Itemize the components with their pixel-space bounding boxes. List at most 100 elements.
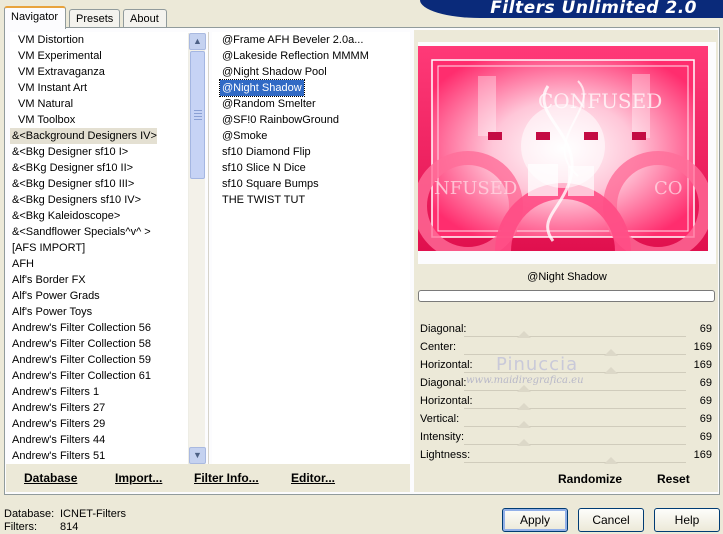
slider-knob[interactable]: [516, 331, 531, 338]
list-toolbar: Database Import... Filter Info... Editor…: [6, 464, 410, 492]
scroll-thumb[interactable]: [190, 51, 205, 179]
filters-label: Filters:: [4, 521, 37, 533]
filter-info-button[interactable]: Filter Info...: [194, 471, 259, 485]
parameter-row[interactable]: Vertical: 69: [418, 410, 716, 428]
filter-list[interactable]: @Frame AFH Beveler 2.0a... @Lakeside Refl…: [212, 32, 410, 464]
filter-item[interactable]: sf10 Square Bumps: [220, 176, 321, 192]
parameter-label: Diagonal:: [420, 323, 467, 335]
parameter-label: Vertical:: [420, 413, 460, 425]
filter-item[interactable]: @SF!0 RainbowGround: [220, 112, 341, 128]
category-item[interactable]: &<BKg Designer sf10 II>: [10, 160, 133, 176]
parameter-row[interactable]: Diagonal: 69: [418, 320, 716, 338]
database-button[interactable]: Database: [24, 471, 77, 485]
parameter-value: 69: [699, 413, 712, 425]
reset-button[interactable]: Reset: [657, 472, 690, 486]
progress-bar: [418, 290, 715, 302]
database-info: Database: ICNET-Filters Filters: 814: [4, 508, 126, 534]
parameter-row[interactable]: Lightness: 169: [418, 446, 716, 464]
preview-text-3: CO: [654, 178, 683, 199]
slider-track[interactable]: [464, 444, 686, 445]
parameter-sliders: Diagonal: 69 Center: 169 Horizontal: 169 Diago…: [418, 320, 716, 466]
apply-button[interactable]: Apply: [502, 508, 568, 532]
category-item[interactable]: &<Background Designers IV>: [10, 128, 157, 144]
category-item[interactable]: Andrew's Filter Collection 61: [10, 368, 151, 384]
database-label: Database:: [4, 508, 55, 520]
category-item[interactable]: &<Bkg Designer sf10 I>: [10, 144, 128, 160]
category-item[interactable]: Andrew's Filters 29: [10, 416, 105, 432]
app-banner: Filters Unlimited 2.0: [420, 0, 723, 18]
preview-graphic: CONFUSED NFUSED CO: [418, 46, 708, 251]
filter-item[interactable]: sf10 Slice N Dice: [220, 160, 308, 176]
parameter-label: Lightness:: [420, 449, 471, 461]
category-item[interactable]: VM Toolbox: [10, 112, 75, 128]
watermark-name: Pinuccia: [496, 354, 579, 375]
slider-knob[interactable]: [516, 439, 531, 446]
parameter-row[interactable]: Horizontal: 69: [418, 392, 716, 410]
category-item[interactable]: Andrew's Filters 44: [10, 432, 105, 448]
category-item[interactable]: Andrew's Filter Collection 59: [10, 352, 151, 368]
category-item[interactable]: AFH: [10, 256, 34, 272]
category-list[interactable]: VM Distortion VM Experimental VM Extravaga…: [10, 32, 204, 464]
category-item[interactable]: &<Bkg Kaleidoscope>: [10, 208, 120, 224]
scroll-down-button[interactable]: ▼: [189, 447, 206, 464]
category-item[interactable]: VM Instant Art: [10, 80, 87, 96]
filter-item[interactable]: @Random Smelter: [220, 96, 318, 112]
slider-track[interactable]: [464, 390, 686, 391]
editor-button[interactable]: Editor...: [291, 471, 335, 485]
preview-text-2: NFUSED: [434, 178, 517, 199]
category-item[interactable]: VM Natural: [10, 96, 73, 112]
slider-knob[interactable]: [516, 403, 531, 410]
slider-track[interactable]: [464, 462, 686, 463]
category-item[interactable]: [AFS IMPORT]: [10, 240, 85, 256]
slider-knob[interactable]: [516, 385, 531, 392]
category-scrollbar[interactable]: ▲ ▼: [188, 33, 206, 464]
filter-item[interactable]: @Night Shadow Pool: [220, 64, 329, 80]
category-item[interactable]: Andrew's Filters 1: [10, 384, 99, 400]
filter-item[interactable]: THE TWIST TUT: [220, 192, 307, 208]
filter-item[interactable]: @Lakeside Reflection MMMM: [220, 48, 371, 64]
filter-item[interactable]: @Frame AFH Beveler 2.0a...: [220, 32, 365, 48]
category-item[interactable]: VM Experimental: [10, 48, 102, 64]
slider-track[interactable]: [464, 336, 686, 337]
watermark-url: www.maidiregrafica.eu: [466, 375, 584, 386]
parameter-value: 69: [699, 377, 712, 389]
parameter-value: 69: [699, 431, 712, 443]
filters-count: 814: [60, 521, 79, 533]
category-item[interactable]: Alf's Border FX: [10, 272, 86, 288]
category-item[interactable]: VM Distortion: [10, 32, 84, 48]
category-item[interactable]: Alf's Power Grads: [10, 288, 100, 304]
parameter-label: Diagonal:: [420, 377, 467, 389]
tab-navigator[interactable]: Navigator: [4, 6, 66, 29]
tab-presets[interactable]: Presets: [69, 9, 120, 28]
parameter-value: 69: [699, 395, 712, 407]
slider-knob[interactable]: [516, 421, 531, 428]
category-item[interactable]: VM Extravaganza: [10, 64, 105, 80]
cancel-button[interactable]: Cancel: [578, 508, 644, 532]
category-item[interactable]: &<Bkg Designer sf10 III>: [10, 176, 134, 192]
parameter-row[interactable]: Intensity: 69: [418, 428, 716, 446]
parameter-value: 69: [699, 323, 712, 335]
category-item[interactable]: Andrew's Filter Collection 56: [10, 320, 151, 336]
slider-knob[interactable]: [603, 349, 618, 356]
import-button[interactable]: Import...: [115, 471, 162, 485]
slider-knob[interactable]: [603, 367, 618, 374]
slider-track[interactable]: [464, 408, 686, 409]
help-button[interactable]: Help: [654, 508, 720, 532]
parameter-value: 169: [693, 449, 712, 461]
randomize-button[interactable]: Randomize: [558, 472, 622, 486]
slider-knob[interactable]: [603, 457, 618, 464]
filter-item[interactable]: @Night Shadow: [219, 79, 305, 97]
filter-item[interactable]: @Smoke: [220, 128, 269, 144]
category-item[interactable]: Andrew's Filters 27: [10, 400, 105, 416]
category-item[interactable]: Andrew's Filters 51: [10, 448, 105, 464]
category-item[interactable]: Andrew's Filter Collection 58: [10, 336, 151, 352]
database-value: ICNET-Filters: [60, 508, 126, 520]
scroll-up-button[interactable]: ▲: [189, 33, 206, 50]
preview-image: CONFUSED NFUSED CO: [418, 46, 708, 251]
category-item[interactable]: Alf's Power Toys: [10, 304, 92, 320]
slider-track[interactable]: [464, 426, 686, 427]
category-item[interactable]: &<Bkg Designers sf10 IV>: [10, 192, 141, 208]
filter-item[interactable]: sf10 Diamond Flip: [220, 144, 313, 160]
category-item[interactable]: &<Sandflower Specials^v^ >: [10, 224, 151, 240]
tab-about[interactable]: About: [123, 9, 167, 28]
